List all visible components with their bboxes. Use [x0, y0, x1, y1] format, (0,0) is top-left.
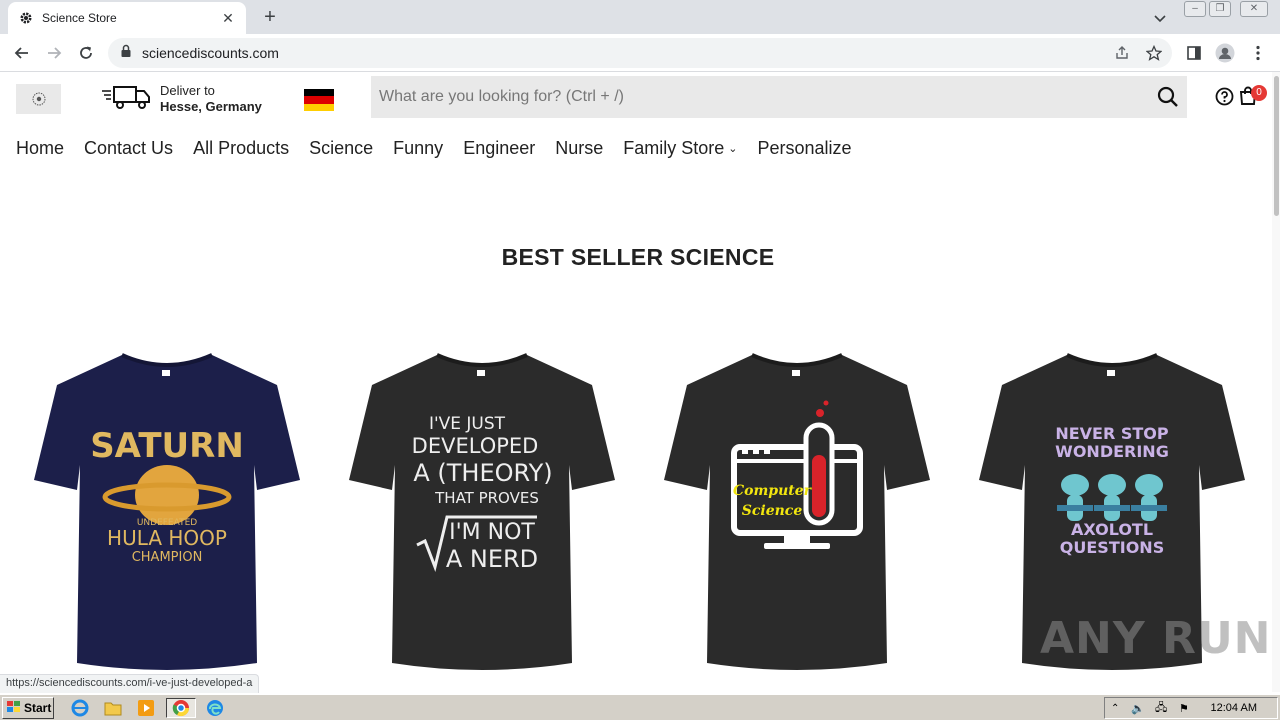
nav-item-family-store[interactable]: Family Store ⌄	[623, 138, 737, 159]
menu-kebab-icon[interactable]	[1248, 43, 1268, 63]
gear-icon	[18, 10, 34, 26]
nav-item-science[interactable]: Science	[309, 138, 373, 159]
browser-tabbar: Science Store ✕ + – ❐ ✕	[0, 0, 1280, 34]
section-title: BEST SELLER SCIENCE	[501, 244, 775, 270]
nav-item-home[interactable]: Home	[16, 138, 64, 159]
windows-taskbar: Start ⌃ 🔈 🖧 ⚑ 12:04 AM	[0, 694, 1280, 720]
deliver-label: Deliver to	[160, 83, 215, 98]
store-logo[interactable]	[16, 84, 61, 114]
nav-item-contact-us[interactable]: Contact Us	[84, 138, 173, 159]
start-label: Start	[24, 701, 52, 715]
product-card[interactable]: Computer Science	[662, 345, 932, 677]
internet-explorer-icon[interactable]	[68, 698, 92, 718]
flag-icon[interactable]: ⚑	[1179, 702, 1189, 715]
print-line: DEVELOPED	[412, 434, 539, 458]
delivery-truck-icon	[100, 83, 152, 116]
nav-item-engineer[interactable]: Engineer	[463, 138, 535, 159]
chrome-icon[interactable]	[166, 698, 196, 718]
main-navigation: Home Contact Us All Products Science Fun…	[16, 134, 872, 162]
new-tab-button[interactable]: +	[258, 6, 282, 30]
address-bar[interactable]: sciencediscounts.com	[108, 38, 1172, 68]
anyrun-watermark: ANY RUN	[1040, 606, 1272, 670]
print-line: CHAMPION	[132, 550, 203, 565]
network-icon[interactable]: 🖧	[1155, 699, 1167, 718]
print-line: THAT PROVES	[434, 489, 539, 507]
tab-title: Science Store	[42, 11, 117, 25]
folder-icon[interactable]	[101, 698, 125, 718]
start-button[interactable]: Start	[2, 697, 54, 719]
print-line: A (THEORY)	[413, 459, 552, 487]
restore-button[interactable]: ❐	[1209, 1, 1231, 17]
back-button[interactable]	[10, 41, 34, 65]
print-line: WONDERING	[1055, 442, 1169, 461]
close-window-button[interactable]: ✕	[1240, 1, 1268, 17]
chevron-down-icon[interactable]	[1150, 8, 1170, 28]
nav-item-all-products[interactable]: All Products	[193, 138, 289, 159]
print-line: AXOLOTL	[1071, 520, 1153, 539]
clock-time: 12:04 AM	[1210, 702, 1257, 714]
print-line: I'VE JUST	[429, 414, 506, 434]
close-tab-icon[interactable]: ✕	[220, 10, 236, 27]
deliver-location: Hesse, Germany	[160, 99, 262, 114]
lock-icon	[120, 44, 132, 63]
watermark-text: ANY RUN	[1040, 612, 1272, 664]
cart-count-badge: 0	[1251, 85, 1267, 101]
tshirt-image: Computer Science	[664, 353, 930, 670]
print-line: QUESTIONS	[1060, 538, 1164, 557]
tshirt-image: I'VE JUST DEVELOPED A (THEORY) THAT PROV…	[349, 353, 615, 670]
print-line: SATURN	[90, 426, 244, 466]
browser-tab[interactable]: Science Store ✕	[8, 2, 246, 34]
nav-item-nurse[interactable]: Nurse	[555, 138, 603, 159]
minimize-button[interactable]: –	[1184, 1, 1206, 17]
edge-icon[interactable]	[203, 698, 227, 718]
print-line: A NERD	[446, 545, 538, 573]
share-icon[interactable]	[1114, 45, 1130, 61]
tshirt-image: SATURN UNDEFEATED HULA HOOP CHAMPION	[34, 353, 300, 670]
search-bar	[371, 76, 1187, 118]
deliver-to-selector[interactable]: Deliver to Hesse, Germany	[100, 82, 262, 116]
print-line: Science	[742, 503, 803, 519]
product-card[interactable]: SATURN UNDEFEATED HULA HOOP CHAMPION	[32, 345, 302, 677]
browser-toolbar: sciencediscounts.com	[0, 34, 1280, 72]
url-text: sciencediscounts.com	[142, 45, 279, 61]
help-icon[interactable]	[1215, 87, 1234, 106]
product-card[interactable]: I'VE JUST DEVELOPED A (THEORY) THAT PROV…	[347, 345, 617, 677]
profile-avatar[interactable]	[1215, 43, 1235, 63]
germany-flag-icon[interactable]	[304, 89, 334, 111]
search-icon[interactable]	[1157, 86, 1179, 108]
print-line: NEVER STOP	[1055, 424, 1169, 443]
media-player-icon[interactable]	[134, 698, 158, 718]
scrollbar-thumb[interactable]	[1274, 76, 1279, 216]
nav-item-funny[interactable]: Funny	[393, 138, 443, 159]
tray-expand-icon[interactable]: ⌃	[1111, 703, 1119, 714]
print-line: Computer	[733, 483, 813, 499]
windows-logo-icon	[7, 700, 21, 716]
site-header: Deliver to Hesse, Germany 0	[0, 72, 1280, 122]
nav-item-family-store-label: Family Store	[623, 137, 725, 158]
bookmark-star-icon[interactable]	[1145, 44, 1163, 61]
chevron-down-icon: ⌄	[728, 142, 738, 155]
system-tray: ⌃ 🔈 🖧 ⚑ 12:04 AM	[1104, 697, 1278, 719]
search-input[interactable]	[379, 88, 1139, 106]
side-panel-icon[interactable]	[1184, 43, 1204, 63]
forward-button[interactable]	[42, 41, 66, 65]
reload-button[interactable]	[74, 41, 98, 65]
status-bar-url: https://sciencediscounts.com/i-ve-just-d…	[0, 674, 260, 693]
print-line: I'M NOT	[449, 520, 535, 545]
volume-icon[interactable]: 🔈	[1131, 702, 1145, 715]
nav-item-personalize[interactable]: Personalize	[758, 138, 852, 159]
print-line: HULA HOOP	[107, 526, 227, 550]
